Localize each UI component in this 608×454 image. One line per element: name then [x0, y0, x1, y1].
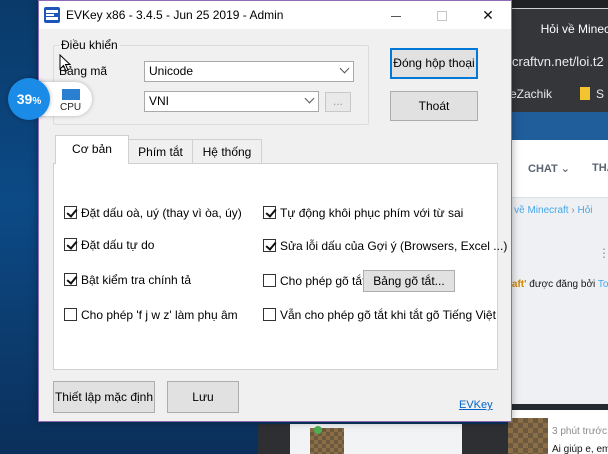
option-free-tone[interactable]: Đặt dấu tự do — [64, 238, 154, 252]
close-button[interactable]: ✕ — [465, 1, 511, 29]
option-modern-tone[interactable]: Đặt dấu oà, uý (thay vì òa, úy) — [64, 206, 242, 220]
tab-hotkeys[interactable]: Phím tắt — [128, 139, 193, 165]
chevron-down-icon — [304, 93, 315, 104]
checkbox-unchecked[interactable] — [263, 308, 276, 321]
checkbox-checked[interactable] — [263, 239, 276, 252]
browser-tabstrip: Hỏi về Minecraft — [508, 0, 608, 48]
online-dot — [314, 426, 322, 434]
encoding-select[interactable]: Unicode — [144, 61, 354, 82]
cpu-usage-gauge: 39% — [8, 78, 50, 120]
post-snippet: Ai giúp e, em có cài unikey — [552, 444, 608, 454]
post-time: 3 phút trước — [552, 426, 607, 437]
typing-options-button[interactable]: ... — [325, 92, 351, 112]
minimize-button[interactable] — [373, 1, 419, 29]
more-options-icon[interactable]: ⋮ — [598, 246, 608, 260]
posted-by-text: được đăng bởi — [529, 279, 596, 290]
option-allow-fjwz[interactable]: Cho phép 'f j w z' làm phụ âm — [64, 308, 238, 322]
breadcrumb-current[interactable]: Hỏi — [578, 205, 593, 216]
cpu-usage-value: 39 — [16, 91, 33, 107]
option-label: Vẫn cho phép gõ tắt khi tắt gõ Tiếng Việ… — [280, 308, 496, 322]
group-title: Điều khiển — [59, 38, 120, 52]
evkey-link[interactable]: EVKey — [459, 399, 493, 411]
bookmark-label: S — [596, 87, 605, 101]
tab-system[interactable]: Hệ thống — [192, 139, 262, 165]
option-shorthand-when-off[interactable]: Vẫn cho phép gõ tắt khi tắt gõ Tiếng Việ… — [263, 308, 496, 322]
breadcrumb-item[interactable]: về Minecraft — [514, 205, 568, 216]
option-spell-check[interactable]: Bật kiểm tra chính tả — [64, 273, 191, 287]
breadcrumb: › về Minecraft › Hỏi — [508, 205, 593, 216]
checkbox-checked[interactable] — [263, 206, 276, 219]
nav-chat-label: CHAT — [528, 163, 558, 175]
mouse-cursor-icon — [59, 54, 71, 72]
typing-method-value: VNI — [149, 94, 170, 108]
option-label: Cho phép 'f j w z' làm phụ âm — [81, 308, 238, 322]
background-page-strip — [258, 424, 508, 454]
option-label: Tự động khôi phục phím với từ sai — [280, 206, 464, 220]
controls-group — [53, 45, 369, 125]
checkbox-unchecked[interactable] — [64, 308, 77, 321]
minimize-icon — [391, 15, 401, 17]
maximize-icon — [437, 11, 447, 22]
site-navbar: CHAT ⌄ THA — [508, 140, 608, 198]
bookmark-item[interactable]: eZachik — [510, 87, 552, 101]
browser-tab[interactable]: Hỏi về Minecraft — [510, 8, 608, 48]
avatar — [508, 418, 548, 454]
encoding-value: Unicode — [149, 64, 194, 78]
option-label: Đặt dấu oà, uý (thay vì òa, úy) — [81, 206, 242, 220]
checkbox-unchecked[interactable] — [263, 274, 276, 287]
maximize-button[interactable] — [419, 1, 465, 29]
cpu-monitor-widget[interactable]: 39% CPU — [6, 78, 94, 120]
option-label: Cho phép gõ tắt — [280, 274, 366, 288]
browser-address-bar[interactable]: craftvn.net/loi.t2 — [508, 48, 608, 76]
option-allow-shorthand[interactable]: Cho phép gõ tắt — [263, 274, 365, 288]
browser-address-text: craftvn.net/loi.t2 — [512, 54, 604, 69]
exit-button[interactable]: Thoát — [390, 91, 478, 121]
evkey-window: EVKey x86 - 3.4.5 - Jun 25 2019 - Admin … — [38, 0, 512, 422]
window-title: EVKey x86 - 3.4.5 - Jun 25 2019 - Admin — [66, 8, 284, 22]
post-meta: raft' được đăng bởi Ton — [508, 279, 608, 290]
option-fix-suggestion[interactable]: Sửa lỗi dấu của Gợi ý (Browsers, Excel .… — [263, 239, 507, 253]
save-button[interactable]: Lưu — [167, 381, 239, 413]
option-label: Bật kiểm tra chính tả — [81, 273, 192, 287]
close-icon: ✕ — [482, 7, 494, 23]
tab-basic[interactable]: Cơ bản — [55, 135, 129, 164]
folder-icon — [580, 87, 590, 100]
reset-defaults-button[interactable]: Thiết lập mặc định — [53, 381, 155, 413]
site-header — [508, 112, 608, 140]
title-bar[interactable]: EVKey x86 - 3.4.5 - Jun 25 2019 - Admin … — [39, 1, 511, 29]
cpu-label: CPU — [60, 102, 82, 113]
post-author[interactable]: Ton — [598, 279, 608, 290]
evkey-app-icon — [44, 7, 60, 23]
checkbox-checked[interactable] — [64, 273, 77, 286]
background-browser: Hỏi về Minecraft craftvn.net/loi.t2 eZac… — [508, 0, 608, 454]
nav-chat[interactable]: CHAT ⌄ — [528, 162, 570, 175]
nav-other[interactable]: THA — [592, 162, 608, 174]
cpu-usage-unit: % — [32, 96, 42, 107]
bookmark-item[interactable]: S — [580, 87, 604, 101]
option-label: Đặt dấu tự do — [81, 238, 155, 252]
shorthand-table-button[interactable]: Bảng gõ tắt... — [363, 270, 455, 292]
tab-panel-basic — [53, 163, 498, 370]
close-dialog-button[interactable]: Đóng hộp thoại — [390, 48, 478, 79]
option-label: Sửa lỗi dấu của Gợi ý (Browsers, Excel .… — [280, 239, 508, 253]
option-auto-restore[interactable]: Tự động khôi phục phím với từ sai — [263, 206, 463, 220]
activity-card[interactable]: 3 phút trước Ai giúp e, em có cài unikey — [508, 410, 608, 454]
checkbox-checked[interactable] — [64, 206, 77, 219]
chevron-down-icon — [339, 63, 350, 74]
browser-tab-title: Hỏi về Minecraft — [540, 22, 608, 36]
checkbox-checked[interactable] — [64, 238, 77, 251]
browser-bookmarks-bar: eZachik S — [508, 76, 608, 112]
cpu-chip-icon — [62, 89, 80, 100]
typing-method-select[interactable]: VNI — [144, 91, 319, 112]
